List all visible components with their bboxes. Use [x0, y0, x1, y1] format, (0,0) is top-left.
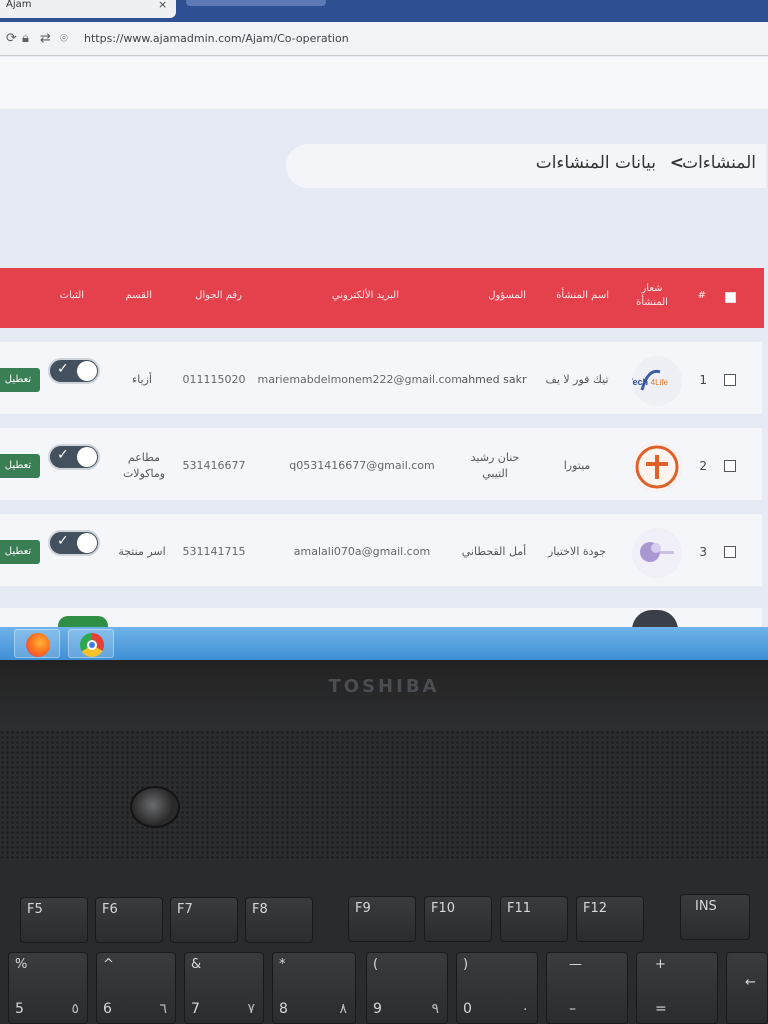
responsible-name: أمل القحطاني [461, 545, 527, 558]
browser-tab-bar: Ajam × [0, 0, 768, 22]
key-equals: + = [636, 952, 718, 1024]
tab-title: Ajam [6, 0, 32, 10]
key-f10: F10 [424, 896, 492, 942]
disable-button[interactable]: تعطيل [0, 454, 40, 478]
key-5: % 5 ٥ [8, 952, 88, 1024]
svg-text:4Life: 4Life [651, 378, 669, 387]
row-checkbox[interactable] [724, 546, 736, 558]
breadcrumb-current: بيانات المنشاءات [535, 153, 656, 173]
key-backspace: ← [726, 952, 768, 1024]
phone: 531416677 [182, 459, 246, 472]
key-f11: F11 [500, 896, 568, 942]
key-ins: INS [680, 894, 750, 940]
facility-name: ميتورا [563, 459, 591, 472]
purple-circle-logo-icon [632, 528, 682, 578]
firefox-icon [26, 633, 50, 657]
header-number: # [697, 290, 706, 301]
select-all-checkbox[interactable] [725, 292, 736, 303]
check-icon: ✓ [57, 447, 69, 463]
email: q0531416677@gmail.com [289, 459, 435, 472]
header-phone: رقم الجوال [195, 290, 242, 301]
svg-text:Tech: Tech [632, 377, 648, 387]
category: اسر منتجة [118, 545, 166, 558]
laptop-screen: Ajam × ⟳ 🔒︎ ⇄ ⌾ https://www.ajamadmin.co… [0, 0, 768, 660]
orange-circle-logo-icon [632, 442, 682, 492]
speaker-grille [0, 730, 768, 860]
header-responsible: المسؤول [488, 290, 526, 301]
row-checkbox[interactable] [724, 374, 736, 386]
row-checkbox[interactable] [724, 460, 736, 472]
category: مطاعم وماكولات [122, 451, 166, 480]
browser-tab-inactive[interactable] [186, 0, 326, 6]
page-content: المنشاءات > بيانات المنشاءات # شعار المن… [0, 110, 768, 630]
header-status: الثبات [59, 290, 84, 301]
table-row: 2 ميتورا حنان رشيد التيبي q0531416677@gm… [0, 428, 762, 500]
table-header: # شعار المنشأة اسم المنشأة المسؤول البري… [0, 268, 764, 328]
status-toggle[interactable]: ✓ [48, 530, 100, 556]
tune-icon[interactable]: ⇄ [40, 31, 51, 46]
windows-taskbar [0, 627, 768, 660]
header-category: القسم [125, 290, 152, 301]
toggle-knob [77, 447, 97, 467]
check-icon: ✓ [57, 361, 69, 377]
disable-button[interactable]: تعطيل [0, 540, 40, 564]
key-f12: F12 [576, 896, 644, 942]
key-f8: F8 [245, 897, 313, 943]
row-number: 1 [699, 373, 707, 387]
key-f5: F5 [20, 897, 88, 943]
key-6: ^ 6 ٦ [96, 952, 176, 1024]
phone: 531141715 [182, 545, 246, 558]
taskbar-chrome[interactable] [68, 629, 114, 658]
breadcrumb-separator-icon: > [669, 153, 684, 173]
responsible-name: ahmed sakr [461, 373, 527, 386]
backspace-arrow-icon: ← [745, 975, 756, 990]
email: amalali070a@gmail.com [293, 545, 431, 558]
key-0: ) 0 ٠ [456, 952, 538, 1024]
tech4life-logo-icon: Tech 4Life [632, 356, 682, 406]
key-f9: F9 [348, 896, 416, 942]
breadcrumb: المنشاءات > بيانات المنشاءات [286, 144, 766, 188]
table-row: 3 جودة الاختيار أمل القحطاني amalali070a… [0, 514, 762, 586]
category: أزياء [132, 373, 152, 386]
header-email: البريد الألكتروني [331, 290, 399, 301]
brand-logo: TOSHIBA [328, 676, 440, 697]
toggle-knob [77, 533, 97, 553]
power-button-icon [130, 786, 180, 828]
facility-name: تيك فور لا يف [545, 373, 609, 386]
key-f6: F6 [95, 897, 163, 943]
header-name: اسم المنشأة [556, 290, 609, 301]
location-pin-icon: ⌾ [60, 31, 68, 46]
facility-name: جودة الاختيار [547, 545, 607, 558]
header-logo: شعار المنشأة [636, 283, 668, 308]
address-bar[interactable]: ⟳ 🔒︎ ⇄ ⌾ https://www.ajamadmin.com/Ajam/… [0, 22, 768, 56]
toggle-knob [77, 361, 97, 381]
status-toggle[interactable]: ✓ [48, 444, 100, 470]
row-number: 2 [699, 459, 707, 473]
chrome-icon [80, 633, 104, 657]
breadcrumb-root[interactable]: المنشاءات [682, 153, 756, 173]
key-9: ( 9 ٩ [366, 952, 448, 1024]
row-number: 3 [699, 545, 707, 559]
table-row: 1 Tech 4Life تيك فور لا يف ahmed sakr ma… [0, 342, 762, 414]
email: mariemabdelmonem222@gmail.com [257, 373, 462, 386]
key-f7: F7 [170, 897, 238, 943]
responsible-name: حنان رشيد التيبي [470, 451, 520, 480]
check-icon: ✓ [57, 533, 69, 549]
lock-icon: 🔒︎ [22, 31, 29, 46]
disable-button[interactable]: تعطيل [0, 368, 40, 392]
browser-tab[interactable]: Ajam × [0, 0, 176, 18]
page-header-strip [0, 57, 768, 109]
reload-icon[interactable]: ⟳ [6, 31, 17, 46]
url-text[interactable]: https://www.ajamadmin.com/Ajam/Co-operat… [84, 32, 349, 45]
key-8: * 8 ٨ [272, 952, 356, 1024]
key-7: & 7 ٧ [184, 952, 264, 1024]
tab-close-icon[interactable]: × [158, 0, 167, 11]
phone: 011115020 [182, 373, 246, 386]
taskbar-firefox[interactable] [14, 629, 60, 658]
status-toggle[interactable]: ✓ [48, 358, 100, 384]
key-minus: — – [546, 952, 628, 1024]
